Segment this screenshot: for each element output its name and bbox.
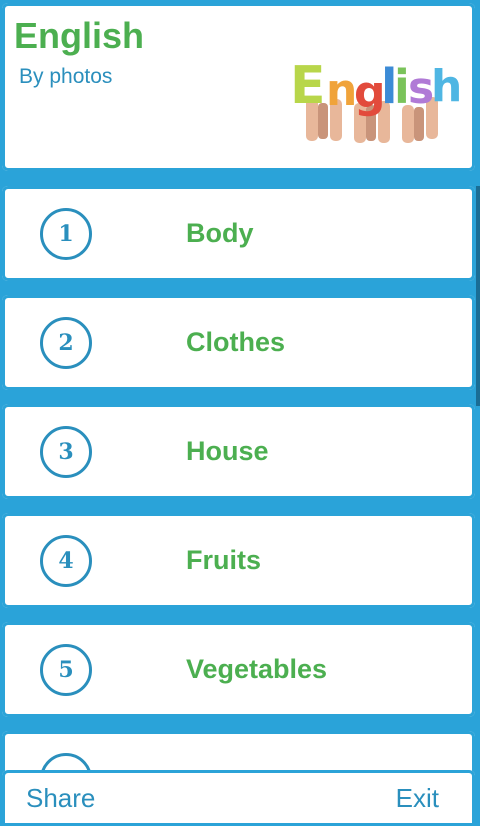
app-subtitle: By photos xyxy=(19,65,113,88)
share-button[interactable]: Share xyxy=(26,770,95,826)
svg-text:n: n xyxy=(326,65,357,116)
lesson-label: Fruits xyxy=(186,545,262,575)
lesson-number-badge: 4 xyxy=(40,535,92,587)
lesson-item-fruits[interactable]: 4 Fruits xyxy=(2,513,475,608)
bottom-bar: Share Exit xyxy=(2,770,475,826)
app-header: English By photos E n g l i s h xyxy=(2,3,475,171)
lesson-item-vegetables[interactable]: 5 Vegetables xyxy=(2,622,475,717)
exit-button[interactable]: Exit xyxy=(396,770,439,826)
english-logo: E n g l i s h xyxy=(290,56,462,143)
lesson-label: House xyxy=(186,436,269,466)
lesson-item-clothes[interactable]: 2 Clothes xyxy=(2,295,475,390)
lesson-number-badge: 2 xyxy=(40,317,92,369)
lesson-item-body[interactable]: 1 Body xyxy=(2,186,475,281)
lesson-label: Body xyxy=(186,218,254,248)
svg-text:h: h xyxy=(431,61,462,112)
svg-text:E: E xyxy=(290,56,326,116)
lesson-number-badge: 3 xyxy=(40,426,92,478)
lesson-number-badge: 5 xyxy=(40,644,92,696)
lesson-label: Vegetables xyxy=(186,654,328,684)
lesson-number-badge: 1 xyxy=(40,208,92,260)
scrollbar[interactable] xyxy=(476,186,480,406)
lesson-label: Clothes xyxy=(186,327,286,357)
app-title: English xyxy=(14,15,145,56)
lesson-item-house[interactable]: 3 House xyxy=(2,404,475,499)
